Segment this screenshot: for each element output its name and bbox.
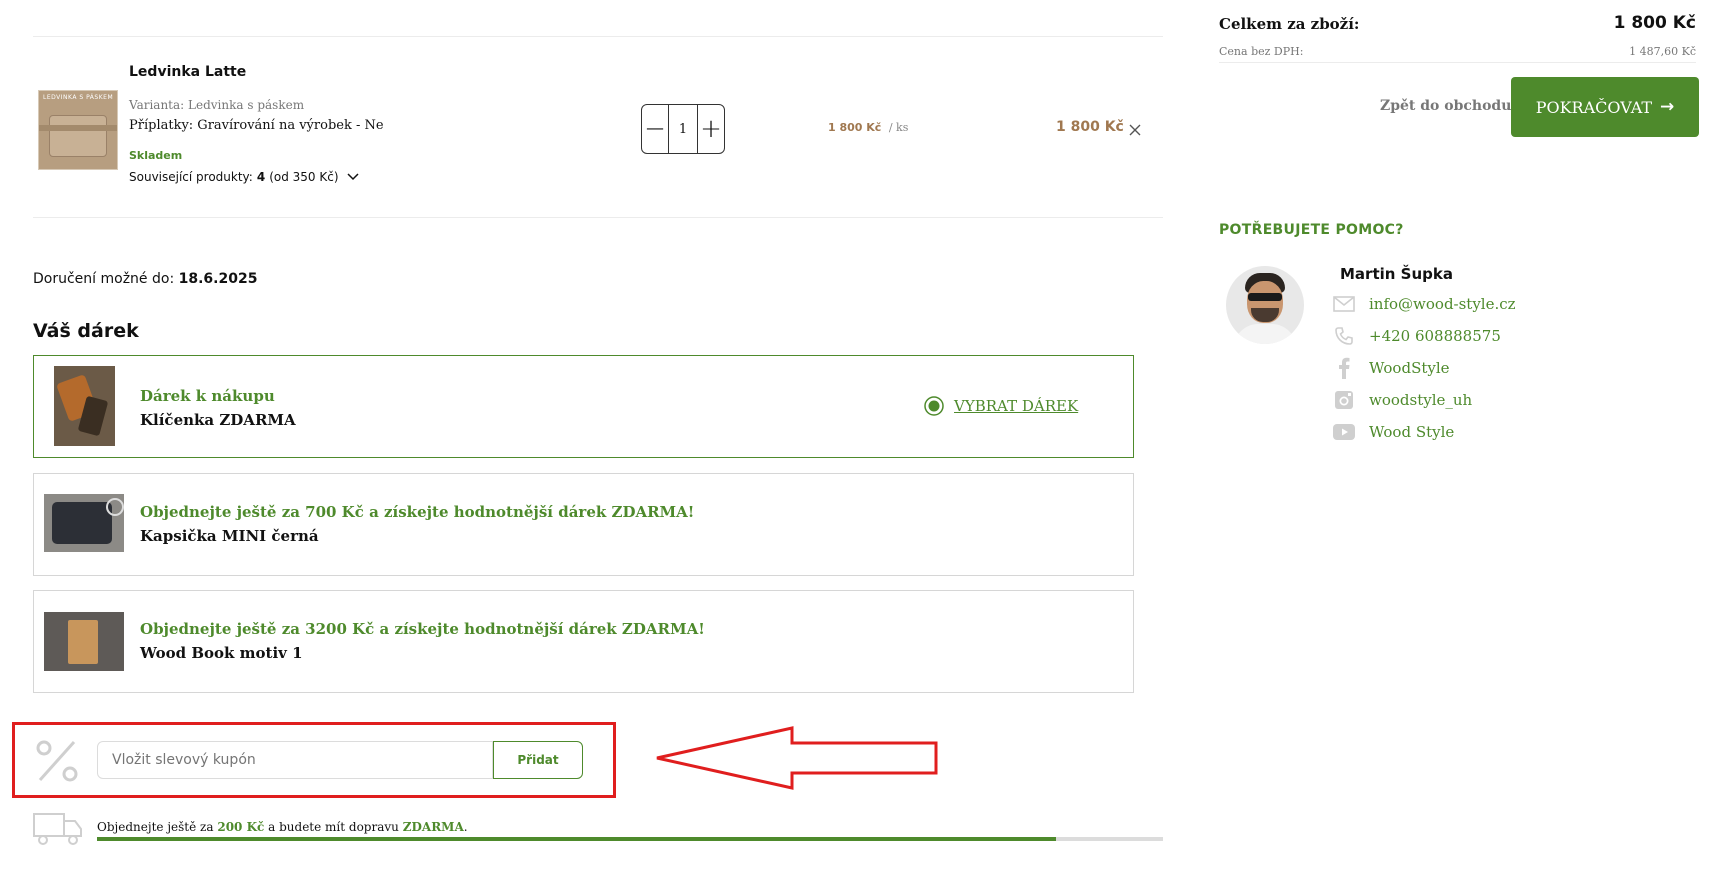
total-label: Celkem za zboží: — [1219, 15, 1360, 33]
product-variant: Varianta: Ledvinka s páskem — [129, 98, 305, 112]
free-shipping-progress-fill — [97, 837, 1057, 841]
contact-youtube-text: Wood Style — [1369, 423, 1455, 441]
chevron-down-icon — [346, 173, 359, 181]
annotation-arrow — [655, 726, 940, 794]
gift-name: Wood Book motiv 1 — [140, 644, 303, 662]
delivery-date: 18.6.2025 — [178, 271, 258, 287]
gift-image-pouch — [44, 494, 124, 552]
continue-button-label: POKRAČOVAT — [1535, 97, 1653, 117]
percent-icon — [34, 738, 80, 788]
related-price: (od 350 Kč) — [269, 170, 339, 184]
avatar — [1226, 266, 1304, 344]
contact-email-text: info@wood-style.cz — [1369, 295, 1516, 313]
continue-button[interactable]: POKRAČOVAT → — [1511, 77, 1699, 137]
contact-youtube[interactable]: Wood Style — [1333, 421, 1454, 443]
gift-image-keychain — [54, 366, 115, 446]
gift-option-selected[interactable]: Dárek k nákupu Klíčenka ZDARMA VYBRAT DÁ… — [33, 355, 1134, 458]
related-count: 4 — [256, 170, 266, 184]
free-shipping-amount: 200 Kč — [217, 820, 265, 834]
arrow-right-icon: → — [1660, 97, 1675, 117]
total-value: 1 800 Kč — [1613, 13, 1696, 33]
contact-phone-text: +420 608888575 — [1369, 327, 1501, 345]
contact-instagram[interactable]: woodstyle_uh — [1333, 389, 1472, 411]
top-divider — [33, 36, 1163, 37]
contact-email[interactable]: info@wood-style.cz — [1333, 293, 1516, 315]
gift-image-wood-book — [44, 612, 124, 671]
unit-price-value: 1 800 Kč — [828, 121, 882, 134]
phone-icon — [1333, 325, 1355, 347]
delivery-info: Doručení možné do: 18.6.2025 — [33, 271, 257, 287]
free-shipping-prefix: Objednejte ještě za — [97, 820, 214, 834]
increase-quantity-button[interactable]: + — [698, 105, 724, 153]
line-total: 1 800 Kč — [1056, 119, 1124, 135]
gift-option: Objednejte ještě za 3200 Kč a získejte h… — [33, 590, 1134, 693]
select-gift-label: VYBRAT DÁREK — [954, 397, 1079, 415]
quantity-value[interactable]: 1 — [668, 105, 698, 153]
contact-facebook-text: WoodStyle — [1369, 359, 1450, 377]
product-surcharges: Příplatky: Gravírování na výrobek - Ne — [129, 118, 384, 133]
net-price-value: 1 487,60 Kč — [1629, 45, 1696, 58]
gift-name: Klíčenka ZDARMA — [140, 411, 296, 429]
add-coupon-button[interactable]: Přidat — [493, 741, 583, 779]
gift-option: Objednejte ještě za 700 Kč a získejte ho… — [33, 473, 1134, 576]
related-label: Související produkty: — [129, 170, 253, 184]
support-person-name: Martin Šupka — [1340, 265, 1453, 283]
summary-divider — [1219, 62, 1696, 63]
bag-strap — [39, 125, 117, 131]
unit-price: 1 800 Kč / ks — [828, 121, 908, 134]
free-shipping-middle: a budete mít dopravu — [268, 820, 399, 834]
delivery-truck-icon — [33, 812, 83, 850]
free-shipping-free: ZDARMA — [402, 820, 464, 834]
related-products-toggle[interactable]: Související produkty: 4 (od 350 Kč) — [129, 170, 359, 184]
stock-status: Skladem — [129, 149, 183, 162]
gift-name: Kapsička MINI černá — [140, 527, 319, 545]
product-name[interactable]: Ledvinka Latte — [129, 64, 246, 80]
decrease-quantity-button[interactable]: − — [642, 105, 668, 153]
bag-shape — [49, 115, 107, 157]
quantity-stepper[interactable]: − 1 + — [641, 104, 725, 154]
gift-heading: Váš dárek — [33, 320, 139, 342]
remove-item-icon[interactable] — [1128, 122, 1142, 136]
gift-title: Dárek k nákupu — [140, 387, 275, 405]
product-thumbnail[interactable]: LEDVINKA S PÁSKEM — [38, 90, 118, 170]
facebook-icon — [1333, 357, 1355, 379]
radio-selected-icon — [924, 396, 944, 416]
contact-facebook[interactable]: WoodStyle — [1333, 357, 1450, 379]
free-shipping-progress-track — [97, 837, 1163, 841]
net-price-label: Cena bez DPH: — [1219, 45, 1304, 58]
gift-title: Objednejte ještě za 3200 Kč a získejte h… — [140, 620, 705, 638]
instagram-icon — [1333, 389, 1355, 411]
coupon-input[interactable] — [97, 741, 493, 779]
product-divider — [33, 217, 1163, 218]
youtube-icon — [1333, 421, 1355, 443]
gift-title: Objednejte ještě za 700 Kč a získejte ho… — [140, 503, 695, 521]
select-gift-link[interactable]: VYBRAT DÁREK — [924, 396, 1078, 416]
contact-instagram-text: woodstyle_uh — [1369, 391, 1473, 409]
back-to-shop-link[interactable]: Zpět do obchodu — [1380, 98, 1511, 114]
unit-suffix: / ks — [888, 121, 909, 134]
free-shipping-suffix: . — [463, 820, 468, 834]
free-shipping-text: Objednejte ještě za 200 Kč a budete mít … — [97, 820, 468, 834]
delivery-label: Doručení možné do: — [33, 271, 175, 287]
product-thumbnail-label: LEDVINKA S PÁSKEM — [43, 94, 114, 101]
mail-icon — [1333, 293, 1355, 315]
contact-phone[interactable]: +420 608888575 — [1333, 325, 1501, 347]
help-heading: POTŘEBUJETE POMOC? — [1219, 222, 1404, 238]
